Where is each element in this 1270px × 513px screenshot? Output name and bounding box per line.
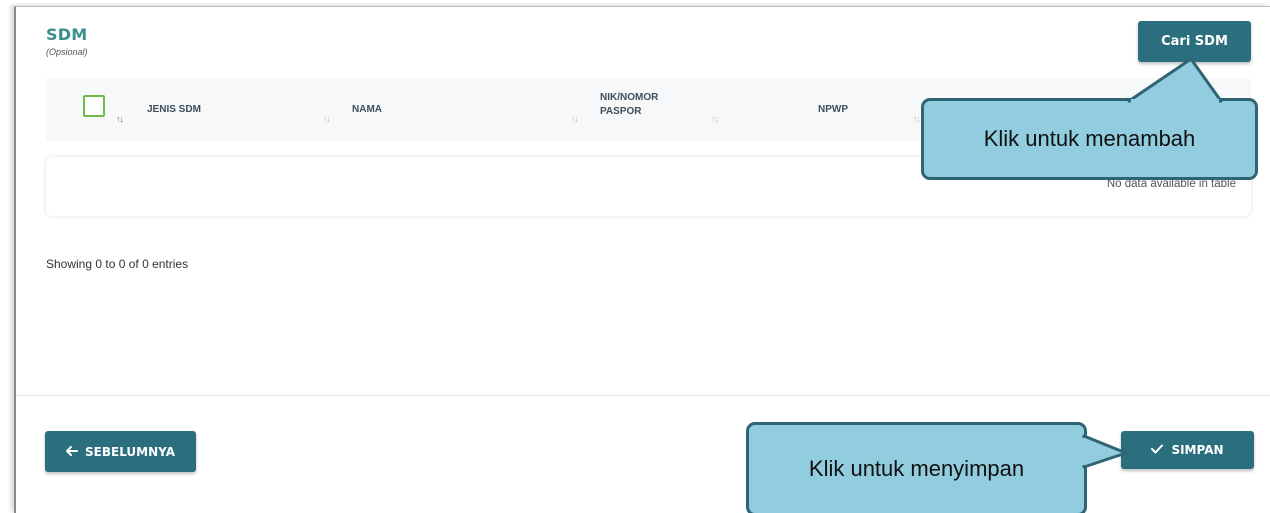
callout-save-tail: [1082, 434, 1128, 469]
